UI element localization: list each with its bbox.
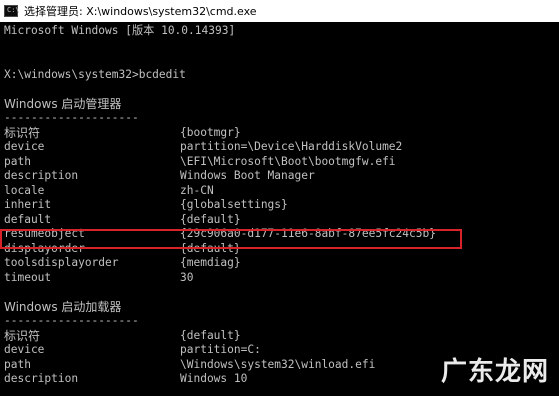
entry-value: {bootmgr} [180,125,241,139]
cmd-icon-glyph: C:\ [7,6,20,14]
resumeobject-highlight-box [0,229,462,249]
entry-row: description Windows Boot Manager [4,169,559,184]
entry-value: Windows 10 [180,372,248,385]
entry-value: {memdiag} [180,256,241,269]
entry-key: 标识符 [4,328,41,343]
entry-row: 标识符 {bootmgr} [4,126,559,141]
entry-row: inherit {globalsettings} [4,198,559,213]
entry-key: inherit [4,198,52,211]
entry-value: \EFI\Microsoft\Boot\bootmgfw.efi [180,154,396,168]
entry-key: path [4,357,31,371]
watermark-logo: 广东龙网 [440,357,549,387]
entry-key: device [4,343,45,356]
entry-key: description [4,372,79,385]
entry-value: {default} [180,212,241,226]
entry-row: timeout 30 [4,271,559,286]
window-title: 选择管理员: X:\windows\system32\cmd.exe [24,5,257,18]
entry-key: 标识符 [4,125,41,140]
entry-value: \Windows\system32\winload.efi [180,357,376,371]
entry-row: default {default} [4,213,559,228]
boot-loader-separator: -------------------- [4,314,139,327]
cmd-icon: C:\ [4,5,20,17]
prompt-line: X:\windows\system32>bcdedit [4,67,186,81]
entry-value: partition=C: [180,343,261,356]
entry-key: default [4,212,52,226]
boot-loader-heading: Windows 启动加载器 [4,299,122,314]
entry-key: locale [4,183,45,197]
version-line: Microsoft Windows [版本 10.0.14393] [4,24,236,37]
entry-value: zh-CN [180,183,214,197]
entry-key: timeout [4,270,52,284]
entry-row: locale zh-CN [4,184,559,199]
entry-key: description [4,169,79,182]
entry-value: 30 [180,270,194,284]
boot-manager-heading: Windows 启动管理器 [4,96,122,111]
entry-row: device partition=\Device\HarddiskVolume2 [4,140,559,155]
console-output[interactable]: Microsoft Windows [版本 10.0.14393] X:\win… [4,24,559,387]
entry-row: 标识符 {default} [4,329,559,344]
entry-key: toolsdisplayorder [4,256,119,269]
entry-row: path \EFI\Microsoft\Boot\bootmgfw.efi [4,155,559,170]
cmd-window: C:\ 选择管理员: X:\windows\system32\cmd.exe M… [0,0,559,396]
entry-value: {default} [180,328,241,342]
entry-row: toolsdisplayorder {memdiag} [4,256,559,271]
entry-value: Windows Boot Manager [180,169,315,182]
entry-key: path [4,154,31,168]
boot-manager-separator: -------------------- [4,111,139,124]
title-bar[interactable]: C:\ 选择管理员: X:\windows\system32\cmd.exe [0,0,559,22]
entry-key: device [4,140,45,153]
entry-value: partition=\Device\HarddiskVolume2 [180,140,403,153]
entry-value: {globalsettings} [180,198,288,211]
